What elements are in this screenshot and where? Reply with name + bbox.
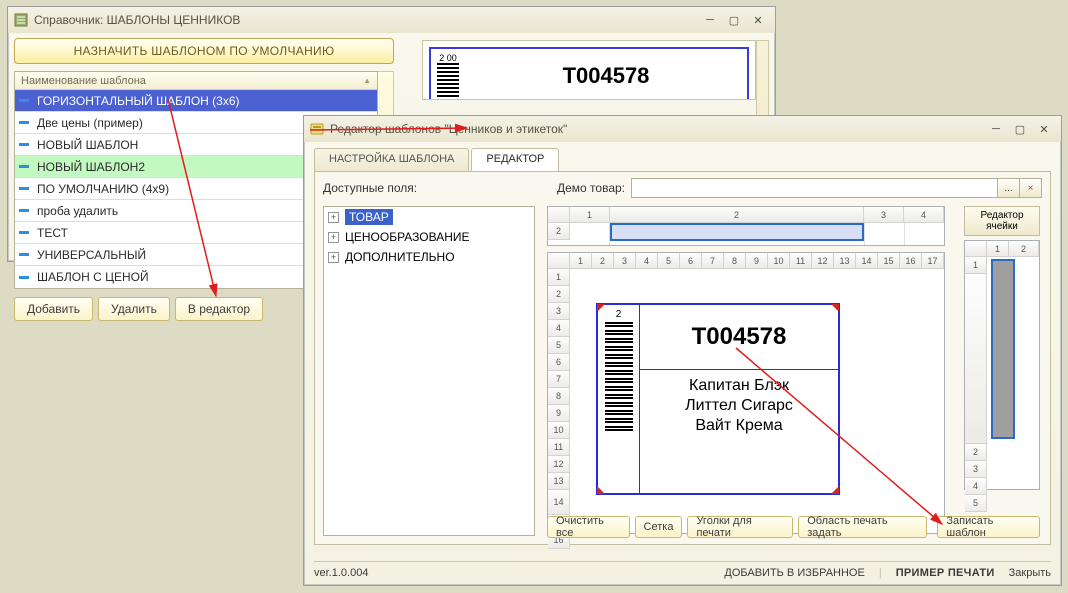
set-print-area-button[interactable]: Область печать задать: [798, 516, 927, 538]
close-button[interactable]: ✕: [1033, 121, 1055, 137]
save-template-button[interactable]: Записать шаблон: [937, 516, 1040, 538]
titlebar[interactable]: Справочник: ШАБЛОНЫ ЦЕННИКОВ ─ ▢ ✕: [8, 7, 775, 33]
clear-all-button[interactable]: Очистить все: [547, 516, 630, 538]
editor-window: Редактор шаблонов "Ценников и этикеток" …: [303, 115, 1062, 586]
maximize-button[interactable]: ▢: [723, 12, 745, 28]
card-article: T004578: [640, 305, 838, 369]
print-corners-button[interactable]: Уголки для печати: [687, 516, 793, 538]
delete-button[interactable]: Удалить: [98, 297, 170, 321]
window-title: Редактор шаблонов "Ценников и этикеток": [330, 122, 567, 136]
to-editor-button[interactable]: В редактор: [175, 297, 263, 321]
available-fields-label: Доступные поля:: [323, 181, 557, 195]
demo-product-input[interactable]: [631, 178, 998, 198]
grid-header[interactable]: Наименование шаблона ▲: [15, 72, 377, 90]
add-favorite-link[interactable]: ДОБАВИТЬ В ИЗБРАННОЕ: [724, 567, 864, 579]
grid-toggle-button[interactable]: Сетка: [635, 516, 683, 538]
app-icon: [14, 13, 28, 27]
table-row[interactable]: ГОРИЗОНТАЛЬНЫЙ ШАБЛОН (3x6): [15, 90, 377, 112]
barcode-icon: [437, 63, 459, 99]
tab-editor[interactable]: РЕДАКТОР: [471, 148, 559, 171]
tab-settings[interactable]: НАСТРОЙКА ШАБЛОНА: [314, 148, 469, 171]
minimize-button[interactable]: ─: [699, 12, 721, 28]
template-preview: 2 00 T004578: [422, 40, 756, 100]
cell-editor-sheet[interactable]: 12 1 2345: [964, 240, 1040, 490]
card-product-name: Капитан Блэк Литтел Сигарс Вайт Крема: [685, 376, 793, 487]
tree-node[interactable]: +ДОПОЛНИТЕЛЬНО: [324, 247, 534, 267]
sort-icon[interactable]: ▲: [363, 76, 371, 85]
fields-tree[interactable]: +ТОВАР +ЦЕНООБРАЗОВАНИЕ +ДОПОЛНИТЕЛЬНО: [323, 206, 535, 536]
assign-default-button[interactable]: НАЗНАЧИТЬ ШАБЛОНОМ ПО УМОЛЧАНИЮ: [14, 38, 394, 64]
add-button[interactable]: Добавить: [14, 297, 93, 321]
cell-editor-header: Редактор ячейки: [964, 206, 1040, 236]
preview-article: T004578: [465, 49, 747, 100]
app-icon: [310, 122, 324, 136]
print-sample-link[interactable]: ПРИМЕР ПЕЧАТИ: [896, 567, 995, 579]
close-link[interactable]: Закрыть: [1009, 567, 1051, 579]
tree-node[interactable]: +ЦЕНООБРАЗОВАНИЕ: [324, 227, 534, 247]
minimize-button[interactable]: ─: [985, 121, 1007, 137]
demo-select-button[interactable]: ...: [998, 178, 1020, 198]
window-title: Справочник: ШАБЛОНЫ ЦЕННИКОВ: [34, 13, 240, 27]
barcode-icon: [605, 322, 633, 432]
demo-clear-button[interactable]: ×: [1020, 178, 1042, 198]
demo-product-label: Демо товар:: [557, 181, 625, 195]
maximize-button[interactable]: ▢: [1009, 121, 1031, 137]
close-button[interactable]: ✕: [747, 12, 769, 28]
titlebar[interactable]: Редактор шаблонов "Ценников и этикеток" …: [304, 116, 1061, 142]
tree-node[interactable]: +ТОВАР: [324, 207, 534, 227]
version-label: ver.1.0.004: [314, 567, 368, 579]
label-card[interactable]: 2 2 000000 011011 T004578 Капитан Блэк Л…: [596, 303, 840, 495]
